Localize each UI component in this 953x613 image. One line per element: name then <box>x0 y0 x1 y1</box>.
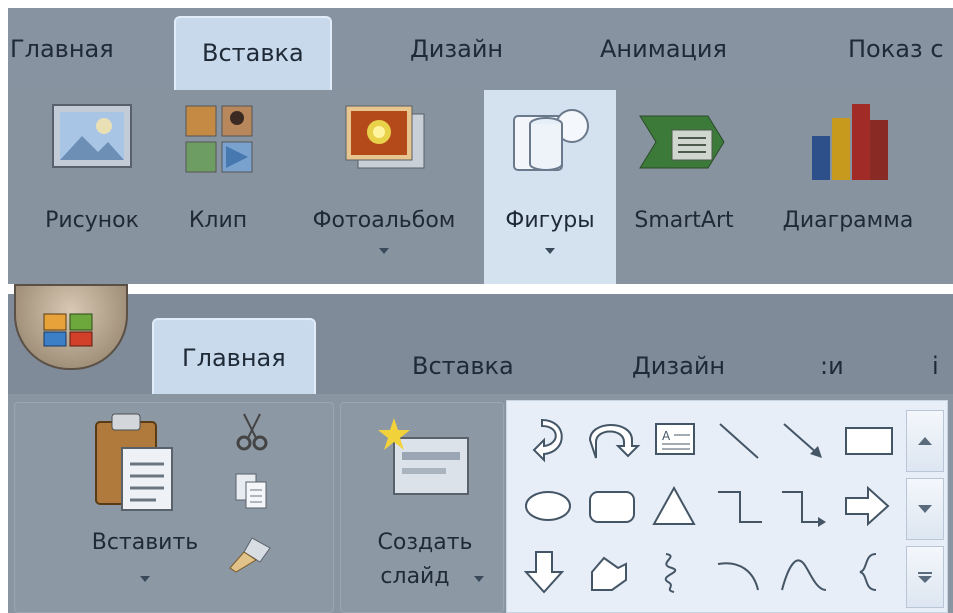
left-brace-shape-icon[interactable] <box>859 553 877 591</box>
tab-animation[interactable]: Анимация <box>600 8 727 90</box>
arrow-line-shape-icon[interactable] <box>783 423 822 458</box>
shapes-label: Фигуры <box>505 208 595 233</box>
chart-label: Диаграмма <box>782 208 914 233</box>
top-ribbon-panel: Главная Вставка Дизайн Анимация Показ с … <box>0 0 953 284</box>
rectangle-shape-icon[interactable] <box>845 427 893 455</box>
arc-shape-icon[interactable] <box>717 562 759 591</box>
curved-right-arrow-shape-icon[interactable] <box>532 418 563 463</box>
clip-art-button[interactable]: Клип <box>170 90 266 284</box>
text-box-shape-icon[interactable]: A <box>655 423 695 455</box>
paste-dropdown-icon <box>140 576 150 582</box>
elbow-connector-shape-icon[interactable] <box>718 491 762 523</box>
gallery-scroll-up-button[interactable] <box>906 410 944 472</box>
tab-slideshow[interactable]: Показ с <box>848 8 944 90</box>
copy-icon[interactable] <box>232 472 272 512</box>
tab-partial-2[interactable]: i <box>932 336 939 396</box>
svg-text:A: A <box>662 429 671 443</box>
right-arrow-shape-icon[interactable] <box>845 485 890 527</box>
triangle-shape-icon[interactable] <box>652 485 696 525</box>
format-painter-icon[interactable] <box>226 534 274 574</box>
new-slide-label-line2: слайд <box>380 564 450 589</box>
shapes-icon <box>513 109 589 171</box>
paste-label: Вставить <box>91 530 199 555</box>
bottom-ribbon-panel: Главная Вставка Дизайн :и i Вставить Соз… <box>0 284 953 613</box>
line-shape-icon[interactable] <box>719 423 759 459</box>
gallery-scroll-down-button[interactable] <box>906 478 944 540</box>
photo-album-label: Фотоальбом <box>312 208 456 233</box>
smartart-icon <box>639 115 725 169</box>
shapes-button[interactable]: Фигуры <box>484 90 616 284</box>
clip-art-label: Клип <box>188 208 248 233</box>
photo-album-icon <box>345 105 425 169</box>
tab-design[interactable]: Дизайн <box>410 8 503 90</box>
scroll-down-icon <box>918 505 932 513</box>
chart-button[interactable]: Диаграмма <box>760 90 936 284</box>
new-slide-label-line1: Создать <box>377 530 473 555</box>
tab-design[interactable]: Дизайн <box>632 336 725 396</box>
clipboard-paste-icon <box>95 413 173 511</box>
picture-label: Рисунок <box>45 208 139 233</box>
scroll-up-icon <box>918 437 932 445</box>
photo-album-dropdown-icon <box>379 248 389 254</box>
scribble-shape-icon[interactable] <box>664 553 677 593</box>
tab-home[interactable]: Главная <box>152 318 316 394</box>
tab-home[interactable]: Главная <box>10 8 114 90</box>
u-turn-arrow-shape-icon[interactable] <box>588 424 641 459</box>
new-slide-icon <box>378 418 469 495</box>
photo-album-button[interactable]: Фотоальбом <box>286 90 482 284</box>
elbow-arrow-connector-shape-icon[interactable] <box>782 491 826 527</box>
paste-button[interactable]: Вставить <box>60 404 230 604</box>
shapes-dropdown-icon <box>545 248 555 254</box>
cut-icon[interactable] <box>232 412 272 452</box>
smartart-button[interactable]: SmartArt <box>618 90 750 284</box>
tab-insert[interactable]: Вставка <box>174 16 332 90</box>
gallery-more-button[interactable] <box>906 546 944 608</box>
gallery-more-icon <box>918 572 932 583</box>
new-slide-button[interactable]: Создать слайд <box>350 404 500 609</box>
chart-icon <box>812 104 888 180</box>
picture-button[interactable]: Рисунок <box>30 90 154 284</box>
shapes-gallery-grid: A <box>523 418 893 594</box>
office-logo-icon <box>43 313 93 347</box>
picture-icon <box>52 104 132 168</box>
down-arrow-shape-icon[interactable] <box>523 551 565 594</box>
freeform-shape-shape-icon[interactable] <box>591 556 627 591</box>
rounded-rectangle-shape-icon[interactable] <box>589 491 635 523</box>
smartart-label: SmartArt <box>634 208 734 233</box>
curve-shape-icon[interactable] <box>781 559 827 591</box>
clip-art-icon <box>185 105 253 173</box>
oval-shape-icon[interactable] <box>525 491 571 521</box>
tab-partial-1[interactable]: :и <box>820 336 844 396</box>
tab-insert[interactable]: Вставка <box>412 336 514 396</box>
new-slide-dropdown-icon <box>474 576 484 582</box>
